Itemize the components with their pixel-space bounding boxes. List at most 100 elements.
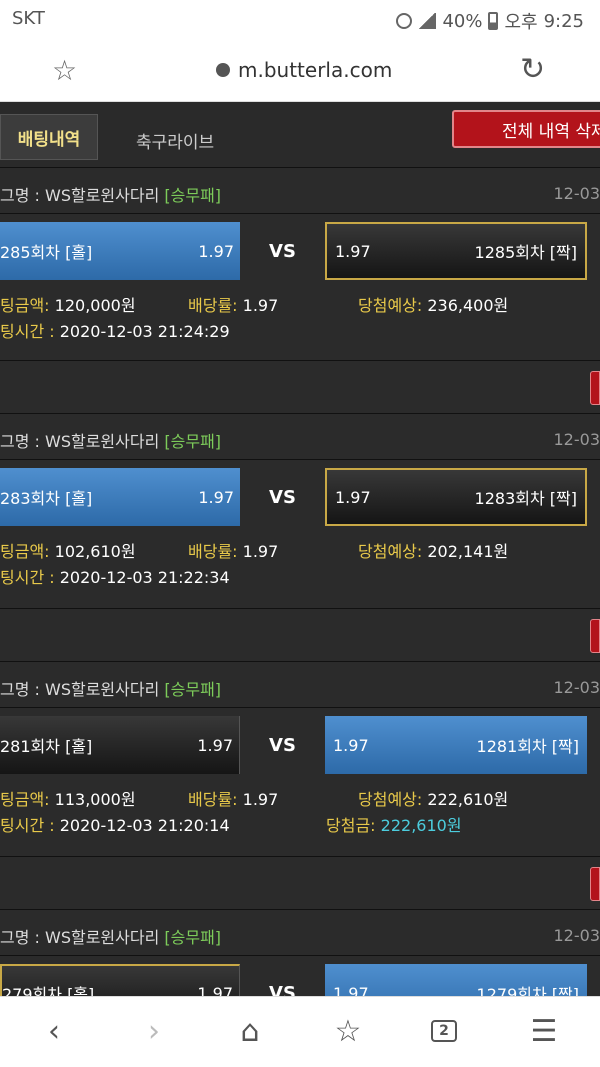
address-field[interactable]: m.butterla.com (216, 58, 392, 82)
bet-amount: 113,000원 (54, 790, 136, 809)
bookmark-star-icon[interactable]: ☆ (52, 54, 77, 87)
odds-rate-label: 배당률: (188, 542, 238, 561)
league-name: 그명 : WS할로윈사다리 [승무패] (0, 428, 221, 452)
tab-soccer-live[interactable]: 축구라이브 (136, 128, 214, 153)
expected-win: 202,141원 (427, 542, 509, 561)
win-amount-label: 당첨금: (326, 816, 376, 835)
market-tag: [승무패] (164, 432, 222, 451)
bet-time-row: 팅시간 : 2020-12-03 21:24:29 (0, 318, 600, 341)
bet-card: 그명 : WS할로윈사다리 [승무패] 12-03 281회차 [홀] 1.97… (0, 662, 600, 856)
vs-label: VS (269, 240, 296, 262)
home-pick-odds: 1.97 (198, 487, 234, 507)
bet-time-row: 팅시간 : 2020-12-03 21:20:14 당첨금: 222,610원 (0, 812, 600, 835)
home-pick[interactable]: 285회차 [홀] 1.97 (0, 222, 240, 280)
forward-icon[interactable]: › (134, 1011, 174, 1051)
back-icon[interactable]: ‹ (34, 1011, 74, 1051)
expected-win-label: 당첨예상: (358, 542, 423, 561)
status-bar: SKT 40% 오후 9:25 (0, 0, 600, 38)
bet-card-header: 그명 : WS할로윈사다리 [승무패] 12-03 (0, 414, 600, 460)
bet-action-bar (0, 608, 600, 662)
league-name: 그명 : WS할로윈사다리 [승무패] (0, 924, 221, 948)
expected-win-label: 당첨예상: (358, 296, 423, 315)
site-info-icon[interactable] (216, 63, 230, 77)
bet-card-header: 그명 : WS할로윈사다리 [승무패] 12-03 (0, 910, 600, 956)
league-label: 그명 : WS할로윈사다리 (0, 680, 160, 699)
bet-amount-label: 팅금액: (0, 296, 50, 315)
market-tag: [승무패] (164, 928, 222, 947)
expected-win: 222,610원 (427, 790, 509, 809)
browser-bottom-nav: ‹ › ⌂ ☆ 2 ☰ (0, 996, 600, 1067)
bet-summary-row: 팅금액: 113,000원 배당률: 1.97 당첨예상: 222,610원 (0, 786, 600, 809)
tabs-icon[interactable]: 2 (424, 1011, 464, 1051)
bookmarks-icon[interactable]: ☆ (328, 1011, 368, 1051)
bet-card-header: 그명 : WS할로윈사다리 [승무패] 12-03 (0, 662, 600, 708)
expected-win-label: 당첨예상: (358, 790, 423, 809)
bet-card: 그명 : WS할로윈사다리 [승무패] 12-03 283회차 [홀] 1.97… (0, 414, 600, 608)
league-label: 그명 : WS할로윈사다리 (0, 928, 160, 947)
bet-card-header: 그명 : WS할로윈사다리 [승무패] 12-03 (0, 168, 600, 214)
bet-amount-label: 팅금액: (0, 542, 50, 561)
bet-time-label: 팅시간 : (0, 568, 55, 587)
browser-url-bar: ☆ m.butterla.com ↻ (0, 38, 600, 102)
bet-date: 12-03 (553, 678, 600, 697)
home-pick-odds: 1.97 (198, 241, 234, 261)
signal-icon (418, 13, 437, 29)
reload-icon[interactable]: ↻ (520, 52, 545, 87)
menu-icon[interactable]: ☰ (524, 1011, 564, 1051)
bet-amount-label: 팅금액: (0, 790, 50, 809)
away-pick-label: 1285회차 [짝] (474, 243, 577, 262)
odds-rate: 1.97 (242, 296, 279, 315)
battery-icon (488, 12, 499, 30)
home-pick-odds: 1.97 (197, 735, 233, 755)
odds-rate-label: 배당률: (188, 790, 238, 809)
clock: 9:25 (543, 10, 584, 32)
bet-action-bar (0, 360, 600, 414)
alarm-icon (396, 13, 413, 29)
bet-time-row: 팅시간 : 2020-12-03 21:22:34 (0, 564, 600, 587)
league-name: 그명 : WS할로윈사다리 [승무패] (0, 676, 221, 700)
odds-rate: 1.97 (242, 542, 279, 561)
odds-rate: 1.97 (242, 790, 279, 809)
tab-betting-history[interactable]: 배팅내역 (0, 114, 98, 160)
delete-all-button[interactable]: 전체 내역 삭제 (452, 110, 600, 148)
bet-time-label: 팅시간 : (0, 816, 55, 835)
market-tag: [승무패] (164, 680, 222, 699)
bet-date: 12-03 (553, 184, 600, 203)
delete-bet-button[interactable] (590, 867, 600, 901)
bet-summary-row: 팅금액: 102,610원 배당률: 1.97 당첨예상: 202,141원 (0, 538, 600, 561)
market-tag: [승무패] (164, 186, 222, 205)
away-pick-odds: 1.97 (335, 241, 371, 261)
home-pick-label: 285회차 [홀] (0, 243, 93, 262)
home-icon[interactable]: ⌂ (230, 1011, 270, 1051)
bet-amount: 102,610원 (54, 542, 136, 561)
status-icons: 40% 오후 9:25 (396, 8, 584, 34)
odds-rate-label: 배당률: (188, 296, 238, 315)
bet-time: 2020-12-03 21:22:34 (59, 568, 230, 587)
league-label: 그명 : WS할로윈사다리 (0, 186, 160, 205)
away-pick-label: 1283회차 [짝] (474, 489, 577, 508)
delete-bet-button[interactable] (590, 371, 600, 405)
vs-label: VS (269, 486, 296, 508)
league-label: 그명 : WS할로윈사다리 (0, 432, 160, 451)
win-amount: 222,610원 (380, 816, 462, 835)
away-pick[interactable]: 1.97 1285회차 [짝] (325, 222, 587, 280)
away-pick-odds: 1.97 (333, 735, 369, 755)
away-pick[interactable]: 1.97 1283회차 [짝] (325, 468, 587, 526)
bet-card: 그명 : WS할로윈사다리 [승무패] 12-03 285회차 [홀] 1.97… (0, 168, 600, 362)
home-pick[interactable]: 281회차 [홀] 1.97 (0, 716, 240, 774)
url-text: m.butterla.com (238, 58, 393, 82)
home-pick[interactable]: 283회차 [홀] 1.97 (0, 468, 240, 526)
delete-bet-button[interactable] (590, 619, 600, 653)
bet-summary-row: 팅금액: 120,000원 배당률: 1.97 당첨예상: 236,400원 (0, 292, 600, 315)
carrier-label: SKT (12, 8, 45, 29)
bet-action-bar (0, 856, 600, 910)
away-pick[interactable]: 1.97 1281회차 [짝] (325, 716, 587, 774)
bet-date: 12-03 (553, 430, 600, 449)
expected-win: 236,400원 (427, 296, 509, 315)
home-pick-label: 283회차 [홀] (0, 489, 93, 508)
vs-label: VS (269, 734, 296, 756)
away-pick-odds: 1.97 (335, 487, 371, 507)
bet-time-label: 팅시간 : (0, 322, 55, 341)
bet-time: 2020-12-03 21:24:29 (59, 322, 230, 341)
ampm-label: 오후 (504, 12, 538, 33)
